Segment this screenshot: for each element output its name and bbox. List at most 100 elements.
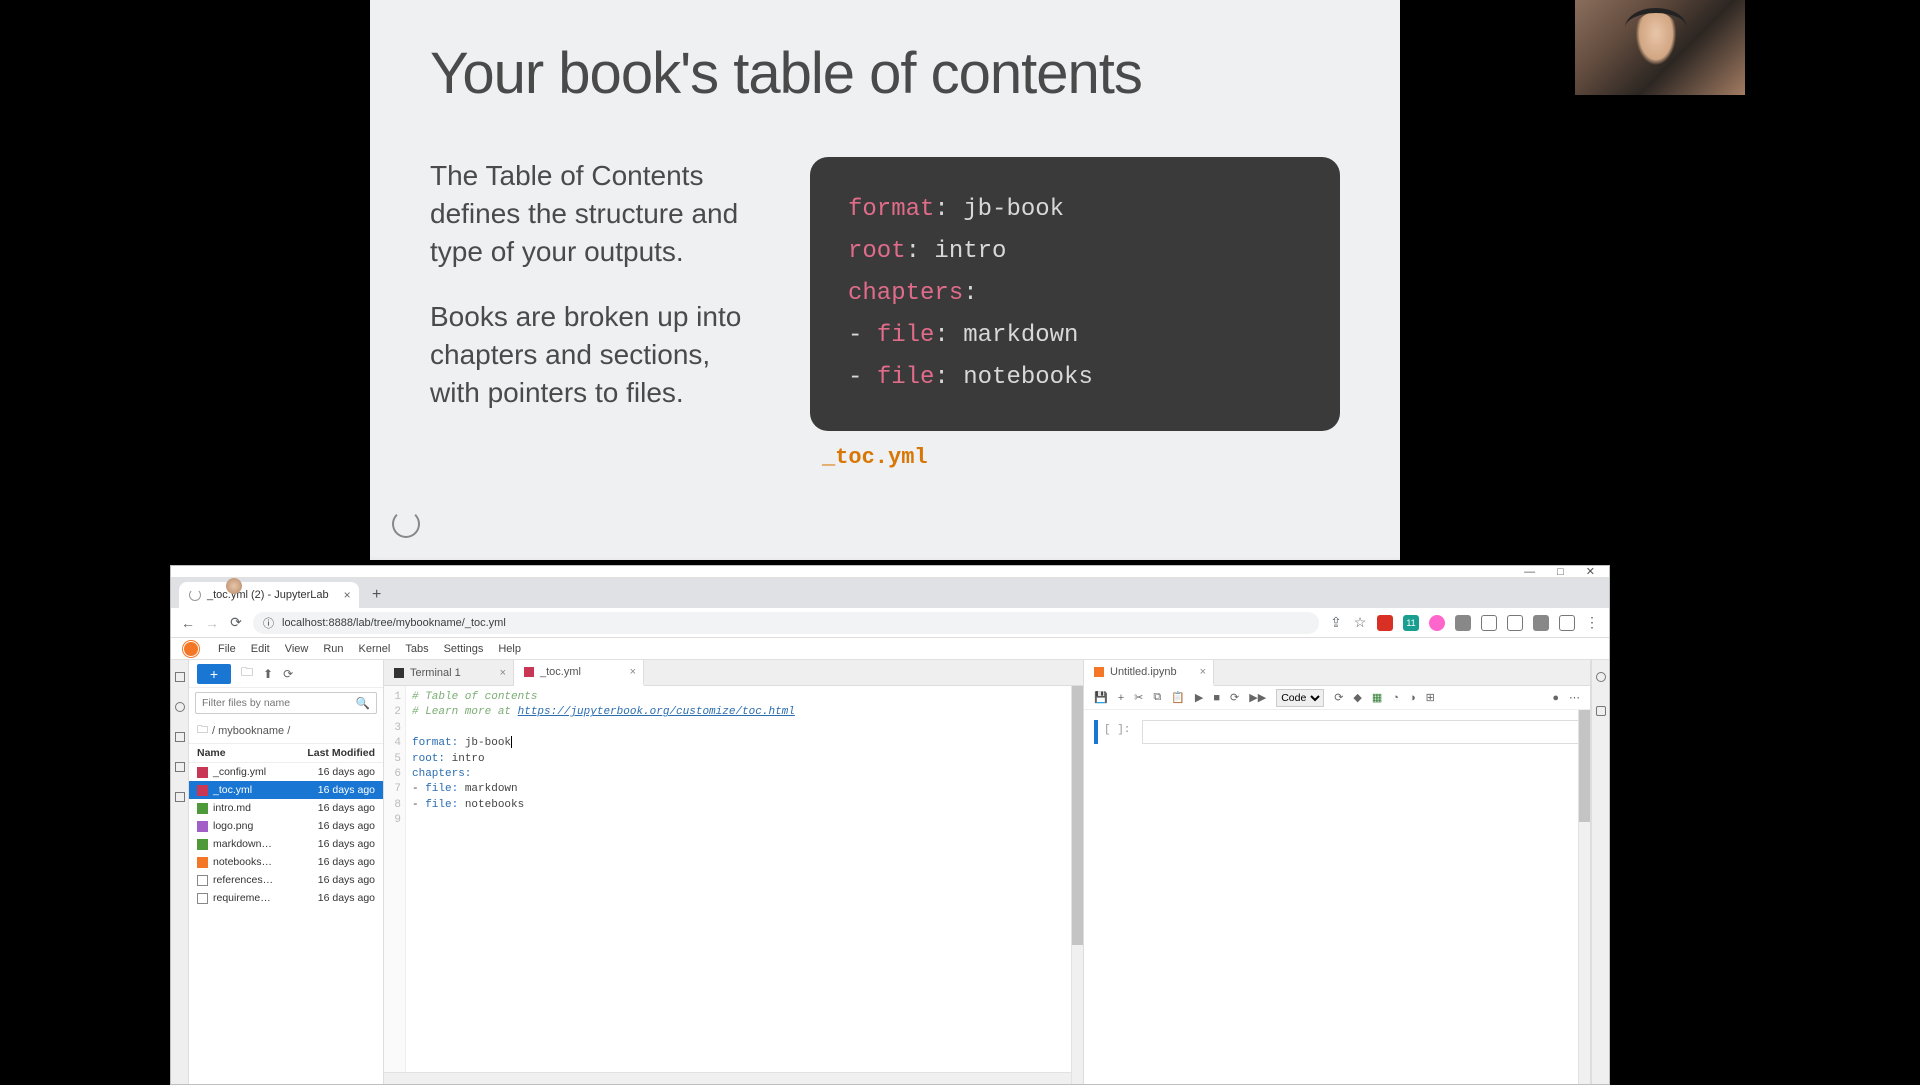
ext-icon[interactable]: ◑: [1409, 692, 1416, 704]
ext-icon[interactable]: ◔: [1392, 692, 1399, 704]
menu-edit[interactable]: Edit: [251, 643, 270, 655]
new-folder-icon[interactable]: 🗀: [241, 663, 253, 684]
browser-tab[interactable]: _toc.yml (2) - JupyterLab ×: [179, 582, 359, 608]
file-row[interactable]: requireme…16 days ago: [189, 889, 383, 907]
debugger-icon[interactable]: [1596, 706, 1606, 716]
ext-icon[interactable]: ⊞: [1426, 691, 1435, 704]
commands-icon[interactable]: [175, 732, 185, 742]
cell-prompt: [ ]:: [1104, 720, 1136, 744]
file-row[interactable]: markdown…16 days ago: [189, 835, 383, 853]
extension-icon[interactable]: [1481, 615, 1497, 631]
extensions-menu-icon[interactable]: [1533, 615, 1549, 631]
menu-file[interactable]: File: [218, 643, 236, 655]
reload-button[interactable]: ⟳: [229, 614, 243, 631]
paste-icon[interactable]: 📋: [1171, 691, 1185, 704]
window-maximize-button[interactable]: □: [1557, 566, 1564, 578]
chrome-menu-icon[interactable]: ⋮: [1585, 614, 1599, 631]
render-icon[interactable]: ⟳: [1334, 691, 1343, 704]
upload-icon[interactable]: ⬆: [263, 667, 273, 681]
menu-settings[interactable]: Settings: [444, 643, 484, 655]
stop-icon[interactable]: ■: [1213, 692, 1220, 704]
running-sessions-icon[interactable]: [175, 702, 185, 712]
restart-icon[interactable]: ⟳: [1230, 691, 1239, 704]
notebook-tab[interactable]: Untitled.ipynb ×: [1084, 660, 1214, 686]
col-modified[interactable]: Last Modified: [307, 747, 375, 759]
file-modified: 16 days ago: [318, 838, 375, 850]
extension-icon[interactable]: [1455, 615, 1471, 631]
menu-view[interactable]: View: [285, 643, 309, 655]
vertical-scrollbar[interactable]: [1071, 686, 1083, 1084]
extension-icon[interactable]: [1377, 615, 1393, 631]
share-icon[interactable]: ⇪: [1329, 614, 1343, 631]
file-modified: 16 days ago: [318, 784, 375, 796]
ext-icon[interactable]: ▦: [1372, 691, 1382, 704]
file-row[interactable]: references…16 days ago: [189, 871, 383, 889]
breadcrumb[interactable]: 🗀 / mybookname /: [189, 718, 383, 743]
menu-kernel[interactable]: Kernel: [359, 643, 391, 655]
right-activity-bar: [1591, 660, 1609, 1084]
back-button[interactable]: ←: [181, 615, 195, 631]
editor-tab[interactable]: Terminal 1×: [384, 660, 514, 685]
git-icon[interactable]: ◆: [1353, 691, 1361, 704]
file-list: _config.yml16 days ago_toc.yml16 days ag…: [189, 763, 383, 1084]
notebook-cell[interactable]: [ ]:: [1094, 720, 1580, 744]
code-filename-label: _toc.yml: [822, 445, 1340, 470]
file-filter-input[interactable]: [202, 697, 356, 709]
jupyter-menubar: File Edit View Run Kernel Tabs Settings …: [171, 638, 1609, 660]
file-type-icon: [197, 857, 208, 868]
tab-close-icon[interactable]: ×: [344, 588, 351, 602]
col-name[interactable]: Name: [197, 747, 226, 759]
bookmark-icon[interactable]: ☆: [1353, 614, 1367, 631]
slide: Your book's table of contents The Table …: [370, 0, 1400, 560]
site-info-icon[interactable]: ⓘ: [263, 615, 274, 631]
vertical-scrollbar[interactable]: [1578, 710, 1590, 1084]
file-modified: 16 days ago: [318, 820, 375, 832]
copy-icon[interactable]: ⧉: [1153, 691, 1161, 704]
property-inspector-icon[interactable]: [1596, 672, 1606, 682]
file-row[interactable]: _toc.yml16 days ago: [189, 781, 383, 799]
window-close-button[interactable]: ✕: [1586, 565, 1595, 578]
file-filter[interactable]: 🔍: [195, 692, 377, 714]
code-val-format: jb-book: [949, 196, 1064, 223]
new-launcher-button[interactable]: +: [197, 664, 231, 684]
restart-run-all-icon[interactable]: ▶▶: [1249, 691, 1266, 704]
address-bar[interactable]: ⓘ localhost:8888/lab/tree/mybookname/_to…: [253, 612, 1319, 634]
file-browser-panel: + 🗀 ⬆ ⟳ 🔍 🗀 / mybookname / Name Last Mod…: [189, 660, 384, 1084]
file-row[interactable]: notebooks…16 days ago: [189, 853, 383, 871]
file-row[interactable]: logo.png 16 days ago: [189, 817, 383, 835]
cut-icon[interactable]: ✂: [1134, 691, 1143, 704]
file-browser-icon[interactable]: [175, 672, 185, 682]
profile-avatar[interactable]: [226, 578, 242, 594]
kernel-status-icon[interactable]: ●: [1552, 692, 1559, 704]
editor-tab[interactable]: _toc.yml×: [514, 660, 644, 686]
cell-input[interactable]: [1142, 720, 1580, 744]
window-minimize-button[interactable]: —: [1524, 566, 1535, 578]
extension-icon[interactable]: [1507, 615, 1523, 631]
forward-button[interactable]: →: [205, 615, 219, 631]
menu-run[interactable]: Run: [323, 643, 343, 655]
menu-help[interactable]: Help: [498, 643, 521, 655]
presenter-webcam: [1575, 0, 1745, 95]
horizontal-scrollbar[interactable]: [384, 1072, 1071, 1084]
tab-close-icon[interactable]: ×: [500, 667, 506, 679]
insert-cell-icon[interactable]: +: [1118, 692, 1124, 704]
tab-favicon-icon: [189, 589, 201, 601]
toolbar-more-icon[interactable]: ⋯: [1569, 691, 1580, 704]
extension-icon[interactable]: [1429, 615, 1445, 631]
file-row[interactable]: _config.yml16 days ago: [189, 763, 383, 781]
file-row[interactable]: intro.md16 days ago: [189, 799, 383, 817]
tab-close-icon[interactable]: ×: [1200, 666, 1206, 678]
run-icon[interactable]: ▶: [1195, 691, 1203, 704]
new-tab-button[interactable]: +: [365, 583, 389, 607]
menu-tabs[interactable]: Tabs: [405, 643, 428, 655]
extension-icon[interactable]: [1559, 615, 1575, 631]
editor-body[interactable]: 123456789 # Table of contents # Learn mo…: [384, 686, 1083, 1084]
ublock-icon[interactable]: 11: [1403, 615, 1419, 631]
file-name: logo.png: [213, 820, 253, 832]
cell-type-select[interactable]: Code: [1276, 689, 1324, 707]
toc-icon[interactable]: [175, 762, 185, 772]
refresh-icon[interactable]: ⟳: [283, 667, 293, 681]
save-icon[interactable]: 💾: [1094, 691, 1108, 704]
extensions-icon[interactable]: [175, 792, 185, 802]
tab-close-icon[interactable]: ×: [630, 666, 636, 678]
